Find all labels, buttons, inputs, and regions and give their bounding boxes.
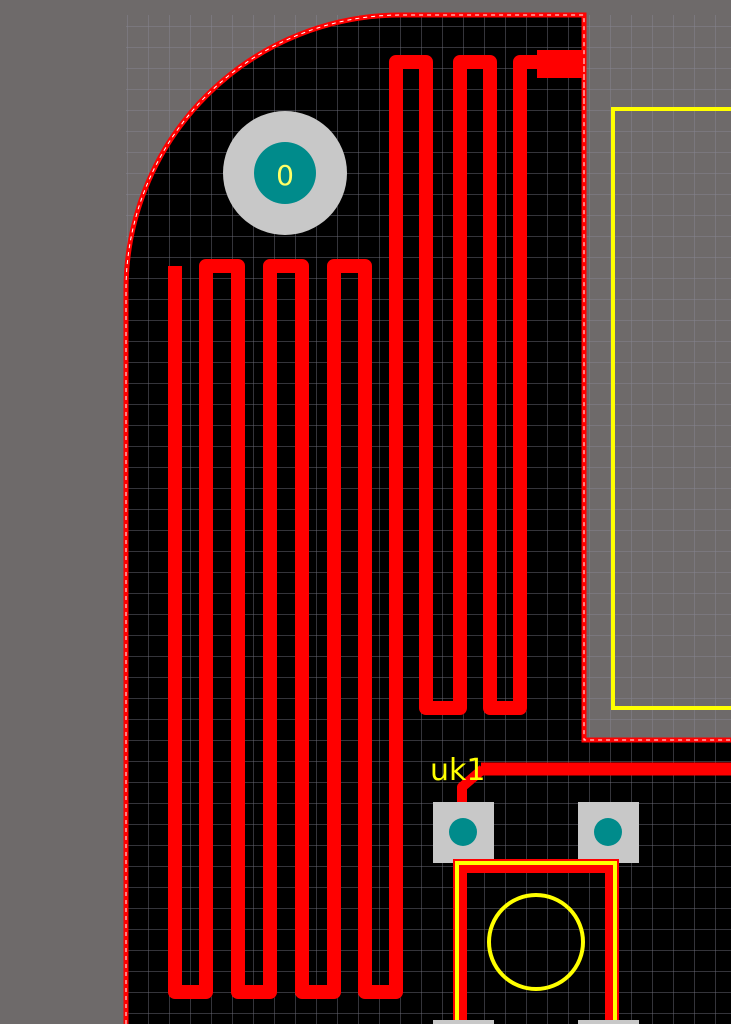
antenna-feed-pad[interactable] bbox=[537, 50, 582, 78]
mounting-hole-label: 0 bbox=[276, 159, 294, 192]
pcb-canvas[interactable]: 0 uk1 bbox=[0, 0, 731, 1024]
pad-4-partial[interactable] bbox=[578, 1020, 639, 1024]
component-designator[interactable]: uk1 bbox=[430, 753, 485, 788]
pad-2-hole bbox=[594, 818, 622, 846]
mounting-hole[interactable]: 0 bbox=[223, 111, 347, 235]
pad-3-partial[interactable] bbox=[433, 1020, 494, 1024]
pad-1-hole bbox=[449, 818, 477, 846]
